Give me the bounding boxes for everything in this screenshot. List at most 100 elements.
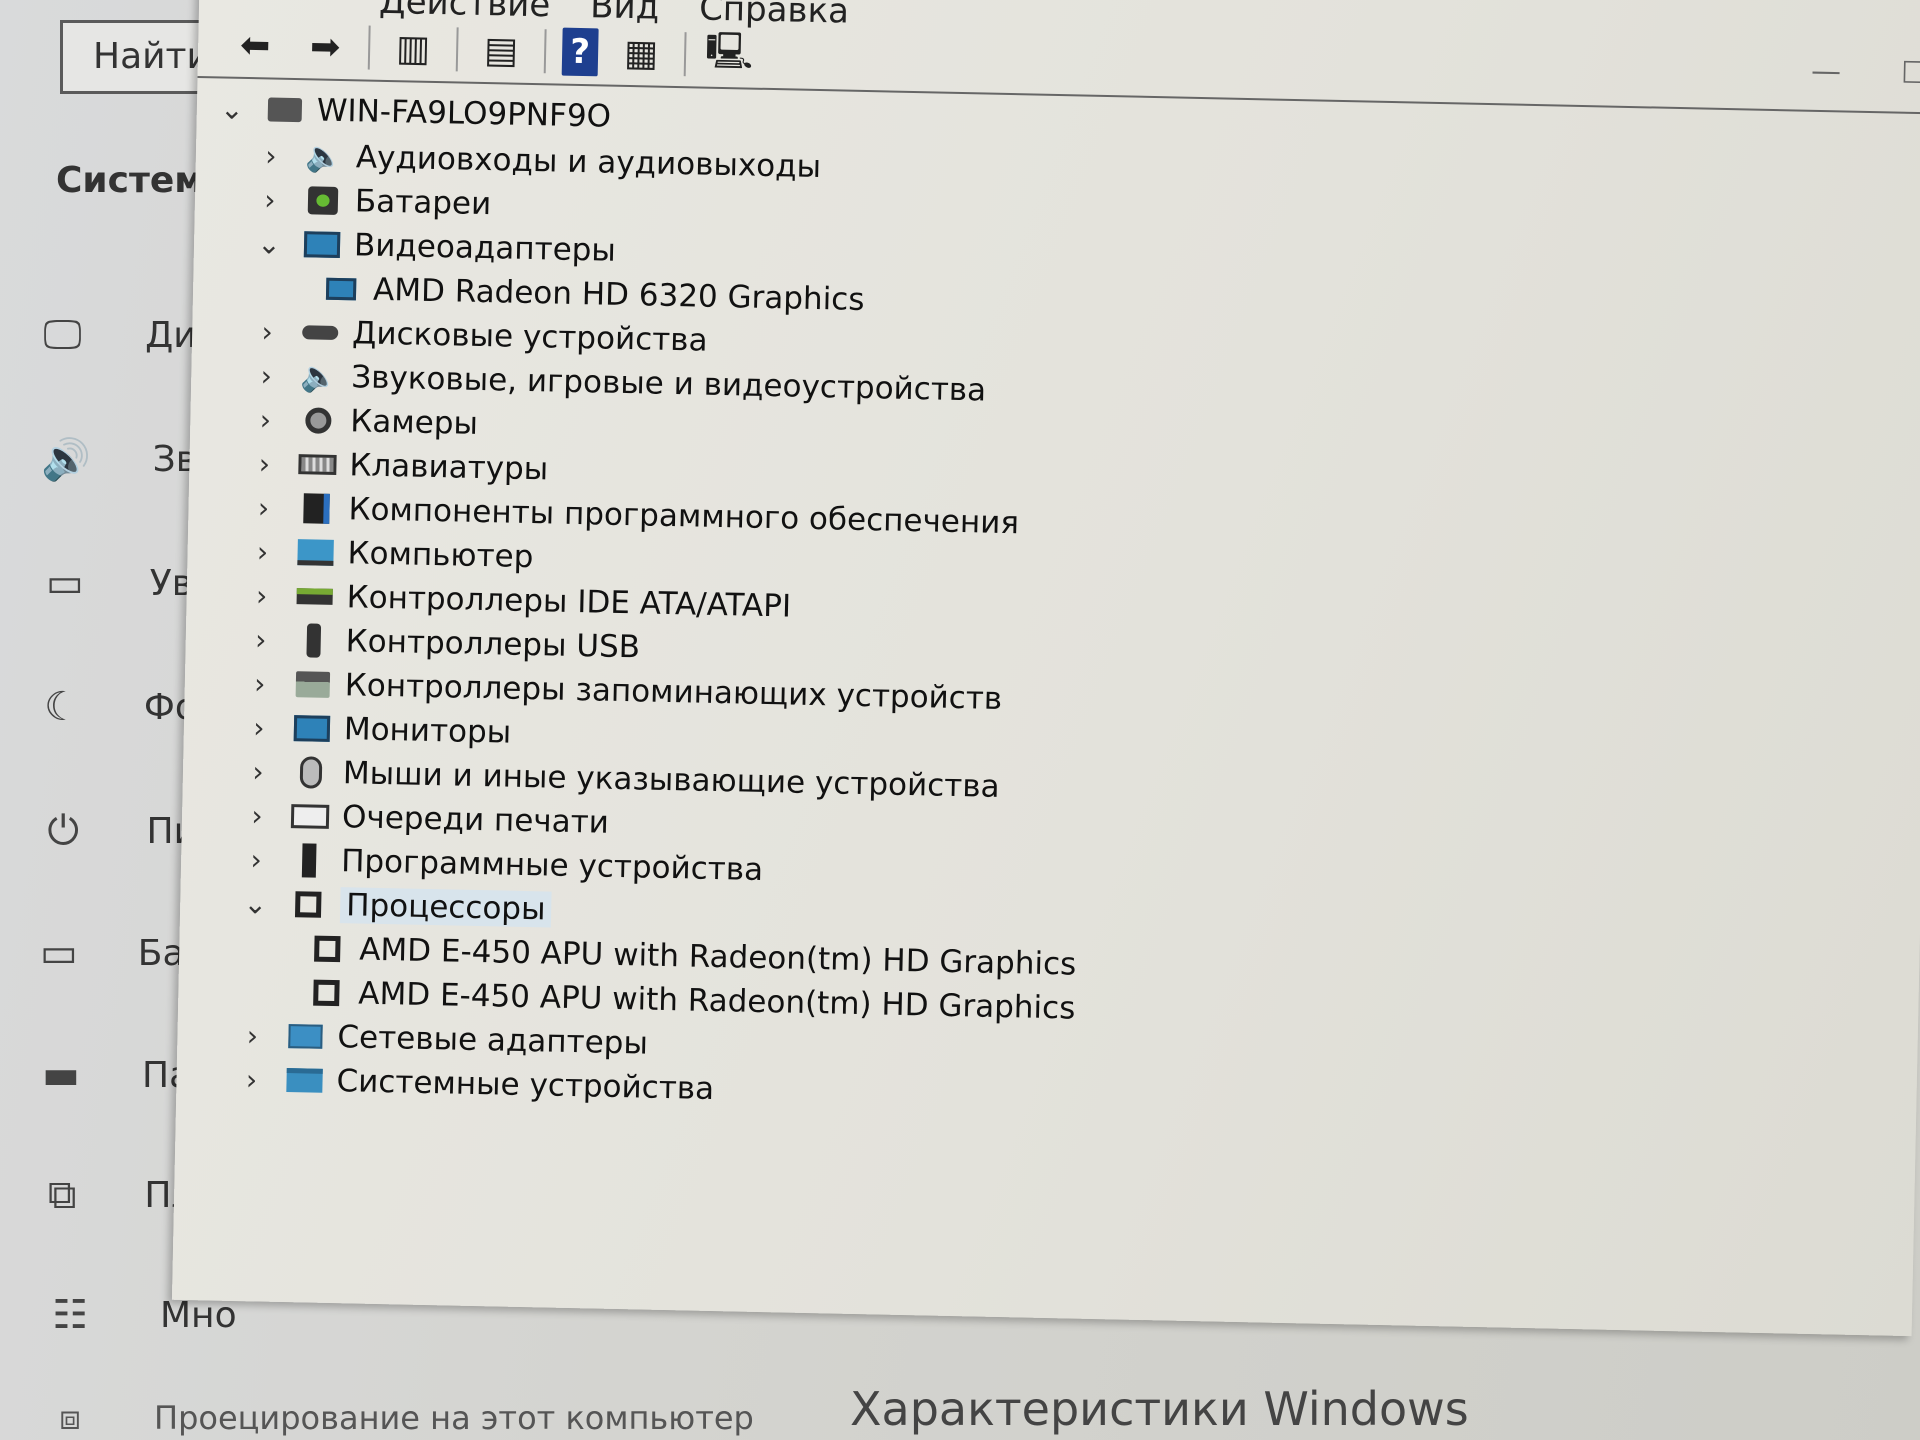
category-label: Дисковые устройства — [351, 315, 708, 359]
chevron-right-icon[interactable]: › — [248, 491, 279, 525]
category-label: Сетевые адаптеры — [337, 1019, 649, 1062]
tree-category[interactable]: › Сетевые адаптеры — [237, 1015, 649, 1064]
focus-assist-icon: ☾ — [44, 684, 80, 730]
network-adapter-icon — [285, 1018, 326, 1055]
back-arrow-icon: ⬅ — [239, 24, 271, 66]
notifications-icon: ▭ — [46, 560, 84, 606]
chevron-down-icon[interactable]: ⌄ — [254, 227, 285, 261]
category-label: Программные устройства — [340, 843, 764, 888]
tree-category[interactable]: › Очереди печати — [242, 795, 610, 843]
category-label: Контроллеры IDE ATA/ATAPI — [346, 579, 792, 625]
monitor-icon — [292, 710, 333, 747]
category-label: Батареи — [354, 183, 492, 223]
device-tree: ⌄ WIN-FA9LO9PNF9O › 🔈 Аудиовходы и аудио… — [171, 75, 1920, 1337]
disk-drive-icon — [300, 314, 341, 351]
storage-controller-icon — [292, 666, 333, 703]
chevron-right-icon[interactable]: › — [245, 623, 276, 657]
show-hide-tree-icon: ▥ — [395, 27, 431, 70]
computer-icon — [295, 534, 336, 571]
camera-icon — [298, 402, 339, 439]
tree-category[interactable]: › Системные устройства — [236, 1059, 715, 1109]
chevron-right-icon[interactable]: › — [247, 535, 278, 569]
chevron-right-icon[interactable]: › — [249, 447, 280, 481]
toolbar: ⬅ ➡ ▥ ▤ ? ▦ 🖳 — [228, 15, 757, 86]
processor-icon — [288, 886, 329, 923]
software-component-icon — [296, 490, 337, 527]
chevron-right-icon[interactable]: › — [251, 359, 282, 393]
category-label: Аудиовходы и аудиовыходы — [355, 139, 822, 186]
category-label: Клавиатуры — [349, 447, 549, 488]
chevron-right-icon[interactable]: › — [244, 711, 275, 745]
tree-category[interactable]: › Контроллеры USB — [245, 619, 641, 667]
display-icon: 🖵 — [43, 312, 82, 358]
tree-category[interactable]: › Клавиатуры — [249, 443, 549, 489]
tree-category[interactable]: › Мониторы — [244, 707, 512, 753]
tree-category[interactable]: › Камеры — [250, 399, 478, 444]
chevron-right-icon[interactable]: › — [245, 667, 276, 701]
category-label: Мыши и иные указывающие устройства — [342, 755, 1000, 805]
battery-icon — [303, 182, 344, 219]
forward-button[interactable]: ➡ — [298, 22, 353, 71]
ide-controller-icon — [294, 578, 335, 615]
properties-button[interactable]: ▤ — [474, 26, 529, 75]
chevron-right-icon[interactable]: › — [252, 315, 283, 349]
scan-hardware-button[interactable]: 🖳 — [702, 30, 757, 80]
tree-device[interactable]: AMD Radeon HD 6320 Graphics — [303, 268, 865, 320]
chevron-right-icon[interactable]: › — [250, 403, 281, 437]
tree-category[interactable]: ⌄ Видеоадаптеры — [254, 223, 617, 271]
audio-io-icon: 🔈 — [304, 138, 343, 175]
chevron-right-icon[interactable]: › — [237, 1019, 268, 1053]
chevron-right-icon[interactable]: › — [255, 183, 286, 217]
software-device-icon — [289, 842, 330, 879]
display-adapter-icon — [321, 271, 362, 308]
category-label: Мониторы — [343, 711, 512, 751]
chevron-right-icon[interactable]: › — [256, 139, 287, 173]
chevron-right-icon[interactable]: › — [236, 1063, 267, 1097]
project-icon: ⧈ — [59, 1398, 81, 1438]
toolbar-separator — [543, 29, 547, 74]
minimize-button[interactable]: — — [1811, 54, 1842, 90]
chevron-down-icon[interactable]: ⌄ — [240, 887, 271, 921]
category-label: Контроллеры запоминающих устройств — [344, 667, 1003, 717]
battery-icon: ▭ — [40, 930, 78, 976]
tree-category[interactable]: › 🔈 Аудиовходы и аудиовыходы — [256, 135, 822, 187]
chevron-right-icon[interactable]: › — [246, 579, 277, 613]
tree-category[interactable]: › Контроллеры IDE ATA/ATAPI — [246, 575, 792, 626]
back-button[interactable]: ⬅ — [228, 21, 283, 70]
multitasking-icon: ☷ — [52, 1292, 88, 1338]
tree-category-selected[interactable]: ⌄ Процессоры — [240, 883, 552, 930]
help-button[interactable]: ? — [561, 27, 599, 77]
mouse-icon — [291, 754, 332, 791]
properties-icon: ▤ — [483, 29, 519, 72]
category-label: Камеры — [349, 403, 479, 442]
forward-arrow-icon: ➡ — [309, 25, 341, 68]
usb-icon — [293, 622, 334, 659]
view-button[interactable]: ▦ — [614, 29, 669, 78]
tree-category[interactable]: › Дисковые устройства — [252, 311, 708, 361]
chevron-right-icon[interactable]: › — [241, 843, 272, 877]
category-label: Компоненты программного обеспечения — [348, 491, 1020, 542]
chevron-right-icon[interactable]: › — [242, 799, 273, 833]
chevron-down-icon[interactable]: ⌄ — [217, 92, 248, 126]
show-hide-tree-button[interactable]: ▥ — [386, 24, 441, 73]
windows-specs-heading: Характеристики Windows — [850, 1382, 1469, 1436]
help-icon: ? — [569, 31, 591, 73]
maximize-button[interactable]: ☐ — [1901, 56, 1920, 92]
tablet-mode-icon: ⧉ — [47, 1172, 77, 1218]
sound-device-icon: 🔈 — [300, 358, 339, 395]
tree-category[interactable]: › Батареи — [255, 179, 492, 224]
category-label: Компьютер — [347, 535, 534, 576]
toolbar-separator — [455, 27, 459, 72]
tree-root[interactable]: ⌄ WIN-FA9LO9PNF9O — [216, 88, 612, 136]
category-label: Системные устройства — [336, 1063, 715, 1108]
processor-icon — [307, 930, 348, 967]
window-controls: — ☐ — [1811, 54, 1920, 91]
storage-icon: ▬ — [42, 1052, 80, 1098]
project-to-pc-link[interactable]: ⧈ Проецирование на этот компьютер — [40, 1398, 754, 1438]
tree-category[interactable]: › Компьютер — [247, 531, 534, 577]
tree-category[interactable]: › Программные устройства — [241, 839, 764, 890]
category-label: Звуковые, игровые и видеоустройства — [350, 359, 987, 409]
root-label: WIN-FA9LO9PNF9O — [316, 92, 612, 135]
chevron-right-icon[interactable]: › — [243, 755, 274, 789]
project-to-pc-label: Проецирование на этот компьютер — [154, 1399, 754, 1437]
